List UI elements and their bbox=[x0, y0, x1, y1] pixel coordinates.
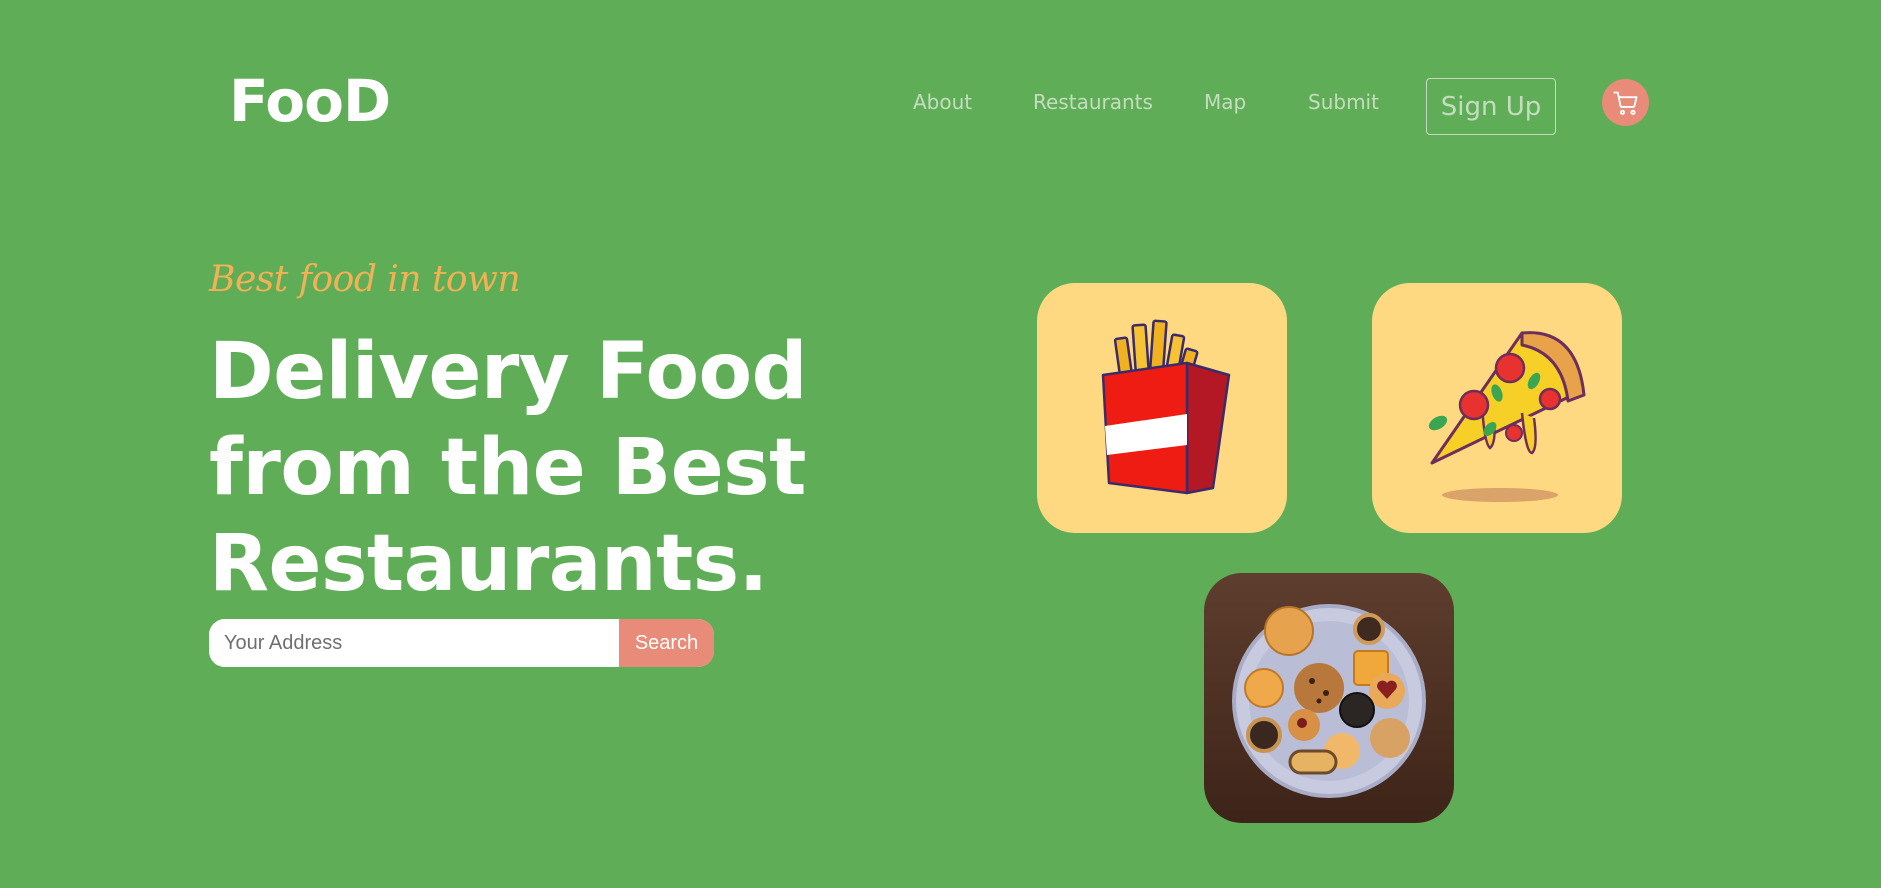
hero-headline: Delivery Food from the Best Restaurants. bbox=[209, 324, 829, 612]
nav-about[interactable]: About bbox=[913, 92, 972, 112]
headline-line: Restaurants. bbox=[209, 519, 768, 609]
headline-line: from the Best bbox=[209, 423, 806, 513]
search-button[interactable]: Search bbox=[619, 619, 714, 667]
cookies-plate-icon bbox=[1232, 604, 1426, 798]
sign-up-button[interactable]: Sign Up bbox=[1426, 78, 1556, 135]
fries-card[interactable] bbox=[1037, 283, 1287, 533]
hero-tagline: Best food in town bbox=[209, 259, 521, 300]
nav-submit[interactable]: Submit bbox=[1308, 92, 1379, 112]
cookies-card[interactable] bbox=[1204, 573, 1454, 823]
address-search-form: Search bbox=[209, 619, 714, 667]
headline-line: Delivery Food bbox=[209, 327, 807, 417]
pizza-card[interactable] bbox=[1372, 283, 1622, 533]
nav-restaurants[interactable]: Restaurants bbox=[1033, 92, 1153, 112]
pizza-slice-icon bbox=[1428, 331, 1586, 502]
cart-icon bbox=[1612, 91, 1637, 115]
address-input[interactable] bbox=[209, 619, 619, 667]
brand-logo[interactable]: FooD bbox=[229, 72, 391, 130]
cart-button[interactable] bbox=[1602, 79, 1649, 126]
fries-icon bbox=[1101, 319, 1231, 495]
nav-map[interactable]: Map bbox=[1204, 92, 1246, 112]
